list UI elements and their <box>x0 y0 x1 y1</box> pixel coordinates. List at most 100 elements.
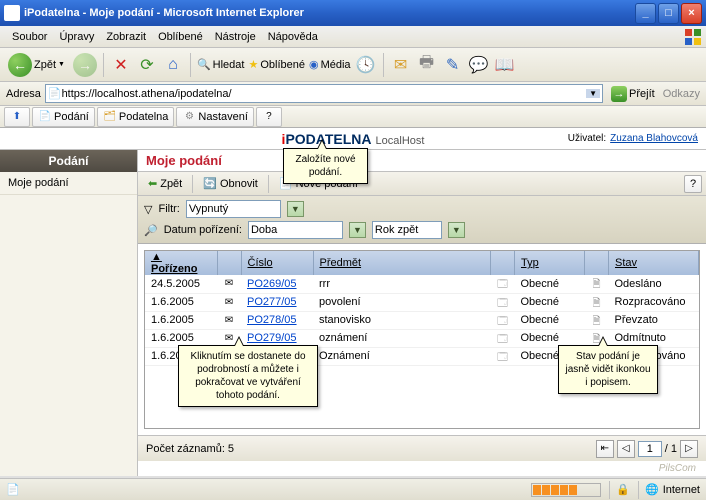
cell-type: Obecné <box>515 275 585 293</box>
date-type-select[interactable]: Doba <box>248 221 343 239</box>
research-icon[interactable]: 📖 <box>494 54 516 76</box>
back-arrow-icon: ⬅ <box>148 177 157 190</box>
doc-icon: 📄 <box>38 110 52 124</box>
address-input[interactable] <box>62 88 587 100</box>
podani-number-link[interactable]: PO277/05 <box>247 296 297 308</box>
forward-button[interactable]: → <box>73 53 97 77</box>
menu-napoveda[interactable]: Nápověda <box>262 29 324 45</box>
page-prev-button[interactable]: ◁ <box>617 440 635 458</box>
panel-help-button[interactable]: ? <box>684 175 702 193</box>
col-predmet[interactable]: Předmět <box>313 251 491 275</box>
envelope-icon: ✉ <box>223 333 235 345</box>
status-bar: 📄 🔒 🌐Internet <box>0 478 706 500</box>
mail-icon[interactable]: ✉ <box>390 54 412 76</box>
podatelna-tab[interactable]: 🗂Podatelna <box>97 107 175 127</box>
page-first-button[interactable]: ⇤ <box>596 440 614 458</box>
cell-date: 1.6.2005 <box>145 293 217 311</box>
refresh-icon: 🔄 <box>203 177 217 190</box>
discuss-icon[interactable]: 💬 <box>468 54 490 76</box>
back-button[interactable]: ← Zpět ▼ <box>4 51 69 79</box>
refresh-button[interactable]: 🔄Obnovit <box>197 175 264 192</box>
funnel-icon: ▽ <box>144 203 152 216</box>
zone-label: Internet <box>663 484 700 496</box>
date-label: Datum pořízení: <box>164 224 242 236</box>
podani-tab[interactable]: 📄Podání <box>32 107 95 127</box>
col-porizeno[interactable]: ▲ Pořízeno <box>145 251 217 275</box>
history-icon[interactable]: 🕓 <box>355 54 377 76</box>
status-icon: 🗎 <box>591 296 603 308</box>
address-dropdown-icon[interactable]: ▼ <box>586 89 600 98</box>
envelope-icon: ✉ <box>223 278 235 290</box>
page-input[interactable] <box>638 441 662 457</box>
table-row: 1.6.2005✉PO277/05povolení🗔Obecné🗎Rozprac… <box>145 293 699 311</box>
main-toolbar: ⬅Zpět 🔄Obnovit 📄Nové podání ? <box>138 172 706 196</box>
page-title: Moje podání <box>138 150 706 172</box>
menubar: Soubor Úpravy Zobrazit Oblíbené Nástroje… <box>0 26 706 48</box>
col-stav[interactable]: Stav <box>609 251 699 275</box>
favorites-button[interactable]: ★Oblíbené <box>248 58 305 71</box>
windows-flag-icon <box>684 28 702 46</box>
window-title: iPodatelna - Moje podání - Microsoft Int… <box>24 7 635 19</box>
brand-label: PilsCom <box>138 461 706 476</box>
address-label: Adresa <box>6 88 41 100</box>
maximize-button[interactable]: □ <box>658 3 679 24</box>
table-header-row: ▲ Pořízeno Číslo Předmět Typ Stav <box>145 251 699 275</box>
go-arrow-icon: → <box>611 86 627 102</box>
cell-type: Obecné <box>515 293 585 311</box>
refresh-icon[interactable]: ⟳ <box>136 54 158 76</box>
nastaveni-tab[interactable]: ⚙Nastavení <box>176 107 254 127</box>
date-type-dropdown-icon[interactable]: ▼ <box>349 222 366 238</box>
back-label: Zpět <box>34 59 56 71</box>
podani-number-link[interactable]: PO279/05 <box>247 332 297 344</box>
stop-icon[interactable]: ✕ <box>110 54 132 76</box>
back-arrow-icon: ← <box>8 53 32 77</box>
cell-subject: rrr <box>313 275 491 293</box>
address-bar: Adresa 📄 ▼ → Přejít Odkazy <box>0 82 706 106</box>
go-button[interactable]: → Přejít <box>607 84 659 104</box>
page-ie-icon: 📄 <box>48 87 62 100</box>
filter-label: Filtr: <box>158 203 179 215</box>
filter-dropdown-icon[interactable]: ▼ <box>287 201 304 217</box>
username-link[interactable]: Zuzana Blahovcová <box>610 133 698 144</box>
filter-bar: ▽ Filtr: Vypnutý ▼ 🔎 Datum pořízení: Dob… <box>138 196 706 244</box>
minimize-button[interactable]: _ <box>635 3 656 24</box>
menu-zobrazit[interactable]: Zobrazit <box>100 29 152 45</box>
table-row: 1.6.2005✉PO278/05stanovisko🗔Obecné🗎Převz… <box>145 311 699 329</box>
page-next-button[interactable]: ▷ <box>680 440 698 458</box>
type-icon: 🗔 <box>497 277 509 289</box>
cell-date: 1.6.2005 <box>145 311 217 329</box>
home-icon[interactable]: ⌂ <box>162 54 184 76</box>
type-icon: 🗔 <box>497 296 509 308</box>
date-range-select[interactable]: Rok zpět <box>372 221 442 239</box>
media-button[interactable]: ◉Média <box>309 58 351 71</box>
edit-icon[interactable]: ✎ <box>442 54 464 76</box>
help-tab[interactable]: ? <box>256 107 282 127</box>
date-range-dropdown-icon[interactable]: ▼ <box>448 222 465 238</box>
links-label[interactable]: Odkazy <box>663 88 700 100</box>
nav-up-button[interactable]: ⬆ <box>4 107 30 127</box>
podani-number-link[interactable]: PO278/05 <box>247 314 297 326</box>
callout-status: Stav podání je jasně vidět ikonkou i pop… <box>558 345 658 394</box>
sidebar-item-moje-podani[interactable]: Moje podání <box>0 172 137 195</box>
status-doc-icon: 📄 <box>6 483 20 496</box>
menu-soubor[interactable]: Soubor <box>6 29 53 45</box>
main-back-button[interactable]: ⬅Zpět <box>142 175 188 192</box>
menu-nastroje[interactable]: Nástroje <box>209 29 262 45</box>
app-header: iPODATELNALocalHost Uživatel:Zuzana Blah… <box>0 128 706 150</box>
status-icon: 🗎 <box>591 277 603 289</box>
podani-number-link[interactable]: PO269/05 <box>247 278 297 290</box>
filter-select[interactable]: Vypnutý <box>186 200 281 218</box>
close-button[interactable]: × <box>681 3 702 24</box>
type-icon: 🗔 <box>497 314 509 326</box>
app-toolbar: ⬆ 📄Podání 🗂Podatelna ⚙Nastavení ? <box>0 106 706 128</box>
sidebar-header: Podání <box>0 150 137 172</box>
cell-subject: oznámení <box>313 329 491 347</box>
print-icon[interactable]: 🖶 <box>416 54 438 76</box>
col-typ[interactable]: Typ <box>515 251 585 275</box>
col-cislo[interactable]: Číslo <box>241 251 313 275</box>
question-icon: ? <box>262 110 276 124</box>
menu-oblibene[interactable]: Oblíbené <box>152 29 209 45</box>
ie-toolbar: ← Zpět ▼ → ✕ ⟳ ⌂ 🔍Hledat ★Oblíbené ◉Médi… <box>0 48 706 82</box>
search-button[interactable]: 🔍Hledat <box>197 58 245 71</box>
menu-upravy[interactable]: Úpravy <box>53 29 100 45</box>
